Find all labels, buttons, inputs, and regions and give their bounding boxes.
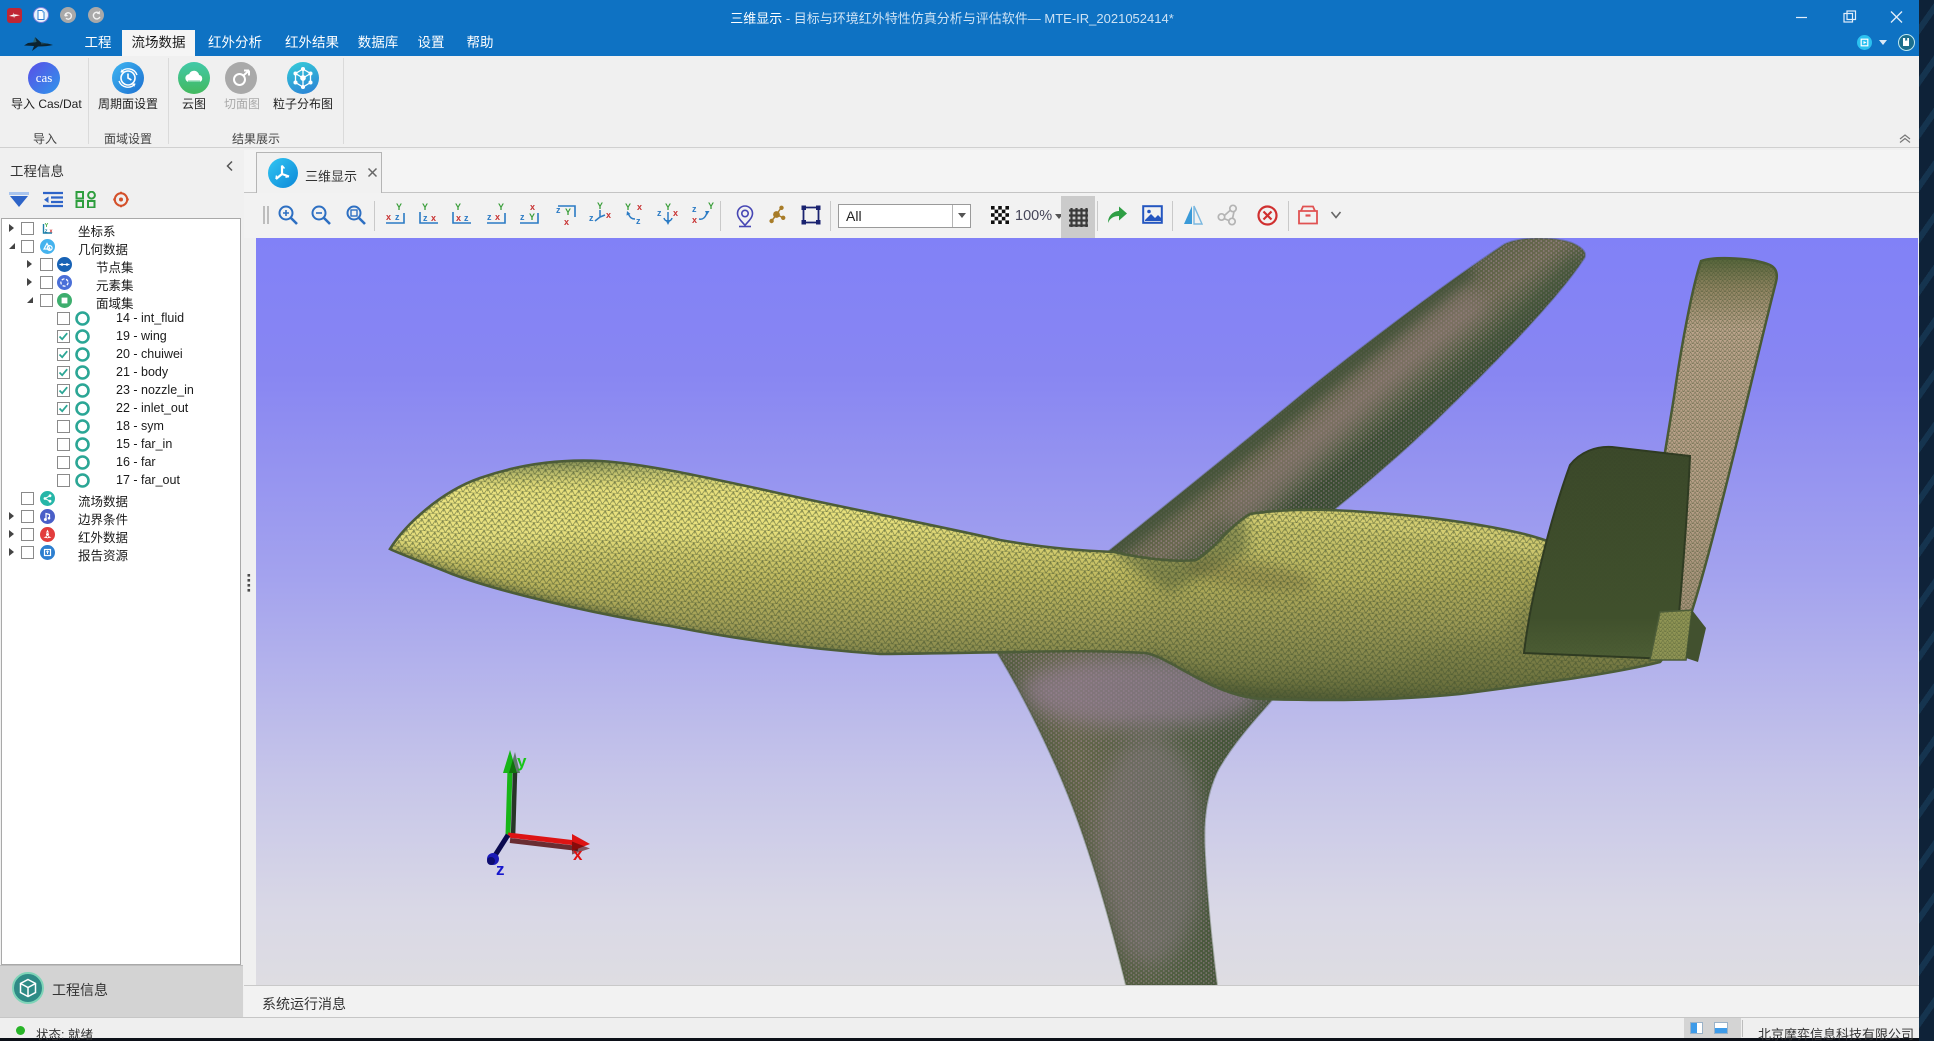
svg-text:x: x: [606, 210, 611, 220]
svg-text:z: z: [45, 229, 48, 235]
svg-text:Y: Y: [565, 207, 571, 217]
svg-text:z: z: [589, 213, 594, 223]
svg-text:x: x: [673, 208, 678, 218]
svg-text:z: z: [692, 204, 697, 214]
svg-text:Y: Y: [625, 202, 631, 212]
svg-text:x: x: [564, 217, 569, 227]
svg-text:z: z: [520, 212, 525, 222]
svg-text:Y: Y: [708, 201, 714, 211]
svg-text:x: x: [692, 215, 697, 225]
svg-text:Y: Y: [665, 202, 671, 212]
svg-text:z: z: [636, 216, 641, 226]
svg-text:x: x: [431, 213, 436, 223]
svg-text:x: x: [456, 213, 461, 223]
svg-text:y: y: [517, 752, 527, 771]
svg-text:Y: Y: [455, 202, 461, 212]
svg-text:z: z: [487, 212, 492, 222]
svg-text:z: z: [496, 860, 505, 879]
svg-text:z: z: [657, 208, 662, 218]
svg-text:x: x: [573, 845, 583, 864]
svg-text:x: x: [50, 229, 54, 235]
svg-text:x: x: [495, 212, 500, 222]
svg-text:Y: Y: [498, 202, 504, 212]
svg-text:x: x: [637, 202, 642, 212]
svg-text:z: z: [423, 213, 428, 223]
svg-text:Y: Y: [422, 202, 428, 212]
svg-text:z: z: [395, 212, 400, 222]
svg-text:Y: Y: [597, 201, 603, 211]
svg-text:Y: Y: [396, 202, 402, 212]
svg-text:x: x: [530, 202, 535, 212]
svg-text:Y: Y: [529, 212, 535, 222]
svg-text:x: x: [386, 212, 391, 222]
svg-text:z: z: [464, 213, 469, 223]
